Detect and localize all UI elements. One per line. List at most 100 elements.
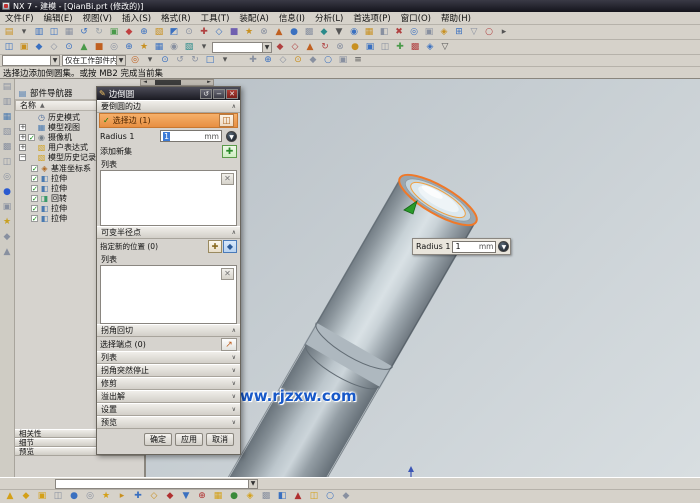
menu-item[interactable]: 工具(T) xyxy=(196,12,235,24)
toolbar-icon[interactable]: ◇ xyxy=(288,41,302,54)
toolbar-icon[interactable]: ⊕ xyxy=(137,26,151,39)
menu-item[interactable]: 帮助(H) xyxy=(436,12,476,24)
checkbox[interactable]: ✓ xyxy=(31,214,38,222)
bottom-toolbar-icon[interactable]: ▼ xyxy=(179,490,193,503)
window-titlebar[interactable]: NX 7 - 建模 - [QianBi.prt (修改的)] xyxy=(0,0,700,12)
bottom-toolbar-icon[interactable]: ● xyxy=(67,490,81,503)
chevron-down-icon[interactable]: ∨ xyxy=(232,354,236,361)
toolbar-icon[interactable]: ▸ xyxy=(497,26,511,39)
edge-set-list[interactable]: ✕ xyxy=(100,170,237,226)
toolbar-icon[interactable]: ▦ xyxy=(62,26,76,39)
toolbar-icon[interactable]: ▾ xyxy=(197,41,211,54)
radius-input[interactable]: 1 mm xyxy=(160,130,222,142)
radius-formula-button[interactable]: ▼ xyxy=(226,130,237,142)
bottom-toolbar-icon[interactable]: ▩ xyxy=(259,490,273,503)
toolbar-icon[interactable]: ▣ xyxy=(363,41,377,54)
bottom-toolbar-icon[interactable]: ◎ xyxy=(83,490,97,503)
bottom-combo[interactable]: ▼ xyxy=(55,479,258,489)
toolbar-icon[interactable]: ✚ xyxy=(393,41,407,54)
toolbar-icon[interactable]: ◉ xyxy=(347,26,361,39)
chevron-down-icon[interactable]: ∨ xyxy=(232,380,236,387)
menu-item[interactable]: 装配(A) xyxy=(234,12,273,24)
bottom-toolbar-icon[interactable]: ◫ xyxy=(307,490,321,503)
scroll-right-icon[interactable]: ► xyxy=(205,80,213,85)
expander-icon[interactable]: + xyxy=(19,143,26,151)
section-stop-short[interactable]: 拐角突然停止 ∨ xyxy=(97,364,240,377)
toolbar-icon[interactable]: ◈ xyxy=(437,26,451,39)
onscreen-radius-input[interactable]: Radius 1 1 mm ▼ xyxy=(412,238,512,255)
toolbar-icon[interactable]: ▼ xyxy=(332,26,346,39)
toolbar-icon[interactable]: ▧ xyxy=(152,26,166,39)
snap-point-icon[interactable]: ○ xyxy=(321,54,335,67)
resource-bar-icon[interactable]: ★ xyxy=(2,217,13,228)
toolbar-icon[interactable]: ■ xyxy=(227,26,241,39)
toolbar-icon[interactable]: ◎ xyxy=(107,41,121,54)
bottom-toolbar-icon[interactable]: ◫ xyxy=(51,490,65,503)
select-edge-row[interactable]: ✓ 选择边 (1) ◫ xyxy=(99,113,238,128)
chevron-down-icon[interactable]: ∨ xyxy=(232,393,236,400)
bottom-toolbar-icon[interactable]: ▲ xyxy=(291,490,305,503)
resource-bar-icon[interactable]: ▩ xyxy=(2,142,13,153)
snap-point-icon[interactable]: ⊕ xyxy=(261,54,275,67)
bottom-toolbar-icon[interactable]: ◆ xyxy=(339,490,353,503)
toolbar-icon[interactable]: ◫ xyxy=(2,41,16,54)
toolbar-icon[interactable]: ▩ xyxy=(408,41,422,54)
toolbar-combo[interactable]: ▼ xyxy=(212,41,272,53)
section-corner-setback[interactable]: 拐角回切 ∧ xyxy=(97,324,240,337)
toolbar-icon[interactable]: ◈ xyxy=(423,41,437,54)
section-settings[interactable]: 设置 ∨ xyxy=(97,403,240,416)
section-overflow[interactable]: 溢出解 ∨ xyxy=(97,390,240,403)
bottom-toolbar-icon[interactable]: ★ xyxy=(99,490,113,503)
checkbox[interactable] xyxy=(28,114,35,121)
remove-icon[interactable]: ✕ xyxy=(221,268,234,280)
menu-item[interactable]: 编辑(E) xyxy=(39,12,78,24)
chevron-down-icon[interactable]: ▼ xyxy=(248,480,257,488)
chevron-down-icon[interactable]: ∨ xyxy=(232,367,236,374)
toolbar-icon[interactable]: ↻ xyxy=(92,26,106,39)
ok-button[interactable]: 确定 xyxy=(144,432,172,446)
bottom-toolbar-icon[interactable]: ◆ xyxy=(163,490,177,503)
toolbar-icon[interactable]: ▽ xyxy=(438,41,452,54)
selection-icon[interactable]: ▾ xyxy=(143,54,157,67)
checkbox[interactable] xyxy=(28,144,35,151)
dialog-minimize-icon[interactable]: − xyxy=(213,88,225,99)
toolbar-icon[interactable]: ↺ xyxy=(77,26,91,39)
bottom-toolbar-icon[interactable]: ▸ xyxy=(115,490,129,503)
menu-item[interactable]: 格式(R) xyxy=(156,12,196,24)
cue-scrollbar[interactable]: ◄ ► xyxy=(140,79,214,86)
resource-bar-icon[interactable]: ▦ xyxy=(2,112,13,123)
point-constructor-icon[interactable]: ◆ xyxy=(223,239,237,253)
section-list-collapsed[interactable]: 列表 ∨ xyxy=(97,351,240,364)
toolbar-icon[interactable]: ◆ xyxy=(32,41,46,54)
toolbar-icon[interactable]: ▽ xyxy=(467,26,481,39)
selection-icon[interactable]: ↺ xyxy=(173,54,187,67)
chevron-down-icon[interactable]: ∨ xyxy=(232,419,236,426)
toolbar-icon[interactable]: ▲ xyxy=(303,41,317,54)
toolbar-icon[interactable]: ▦ xyxy=(362,26,376,39)
toolbar-icon[interactable]: ◆ xyxy=(317,26,331,39)
expander-icon[interactable]: − xyxy=(19,153,26,161)
toolbar-icon[interactable]: ✚ xyxy=(197,26,211,39)
selection-icon[interactable]: ▾ xyxy=(218,54,232,67)
toolbar-icon[interactable]: ◉ xyxy=(167,41,181,54)
menu-item[interactable]: 分析(L) xyxy=(310,12,348,24)
add-new-set-icon[interactable]: ✚ xyxy=(222,144,237,158)
toolbar-icon[interactable]: ◆ xyxy=(273,41,287,54)
bottom-toolbar-icon[interactable]: ◈ xyxy=(243,490,257,503)
toolbar-icon[interactable]: ★ xyxy=(242,26,256,39)
toolbar-icon[interactable]: ▧ xyxy=(182,41,196,54)
toolbar-icon[interactable]: ◎ xyxy=(407,26,421,39)
checkbox[interactable] xyxy=(28,124,35,131)
snap-point-icon[interactable]: ≡ xyxy=(351,54,365,67)
resource-bar-icon[interactable]: ◆ xyxy=(2,232,13,243)
selection-icon[interactable]: ↻ xyxy=(188,54,202,67)
checkbox[interactable] xyxy=(28,154,35,161)
dialog-close-icon[interactable]: ✕ xyxy=(226,88,238,99)
toolbar-icon[interactable]: ▣ xyxy=(107,26,121,39)
toolbar-icon[interactable]: ○ xyxy=(482,26,496,39)
menu-item[interactable]: 窗口(O) xyxy=(396,12,436,24)
snap-point-icon[interactable]: ✚ xyxy=(246,54,260,67)
menu-item[interactable]: 插入(S) xyxy=(117,12,156,24)
toolbar-icon[interactable]: ▲ xyxy=(272,26,286,39)
toolbar-icon[interactable]: ▣ xyxy=(422,26,436,39)
